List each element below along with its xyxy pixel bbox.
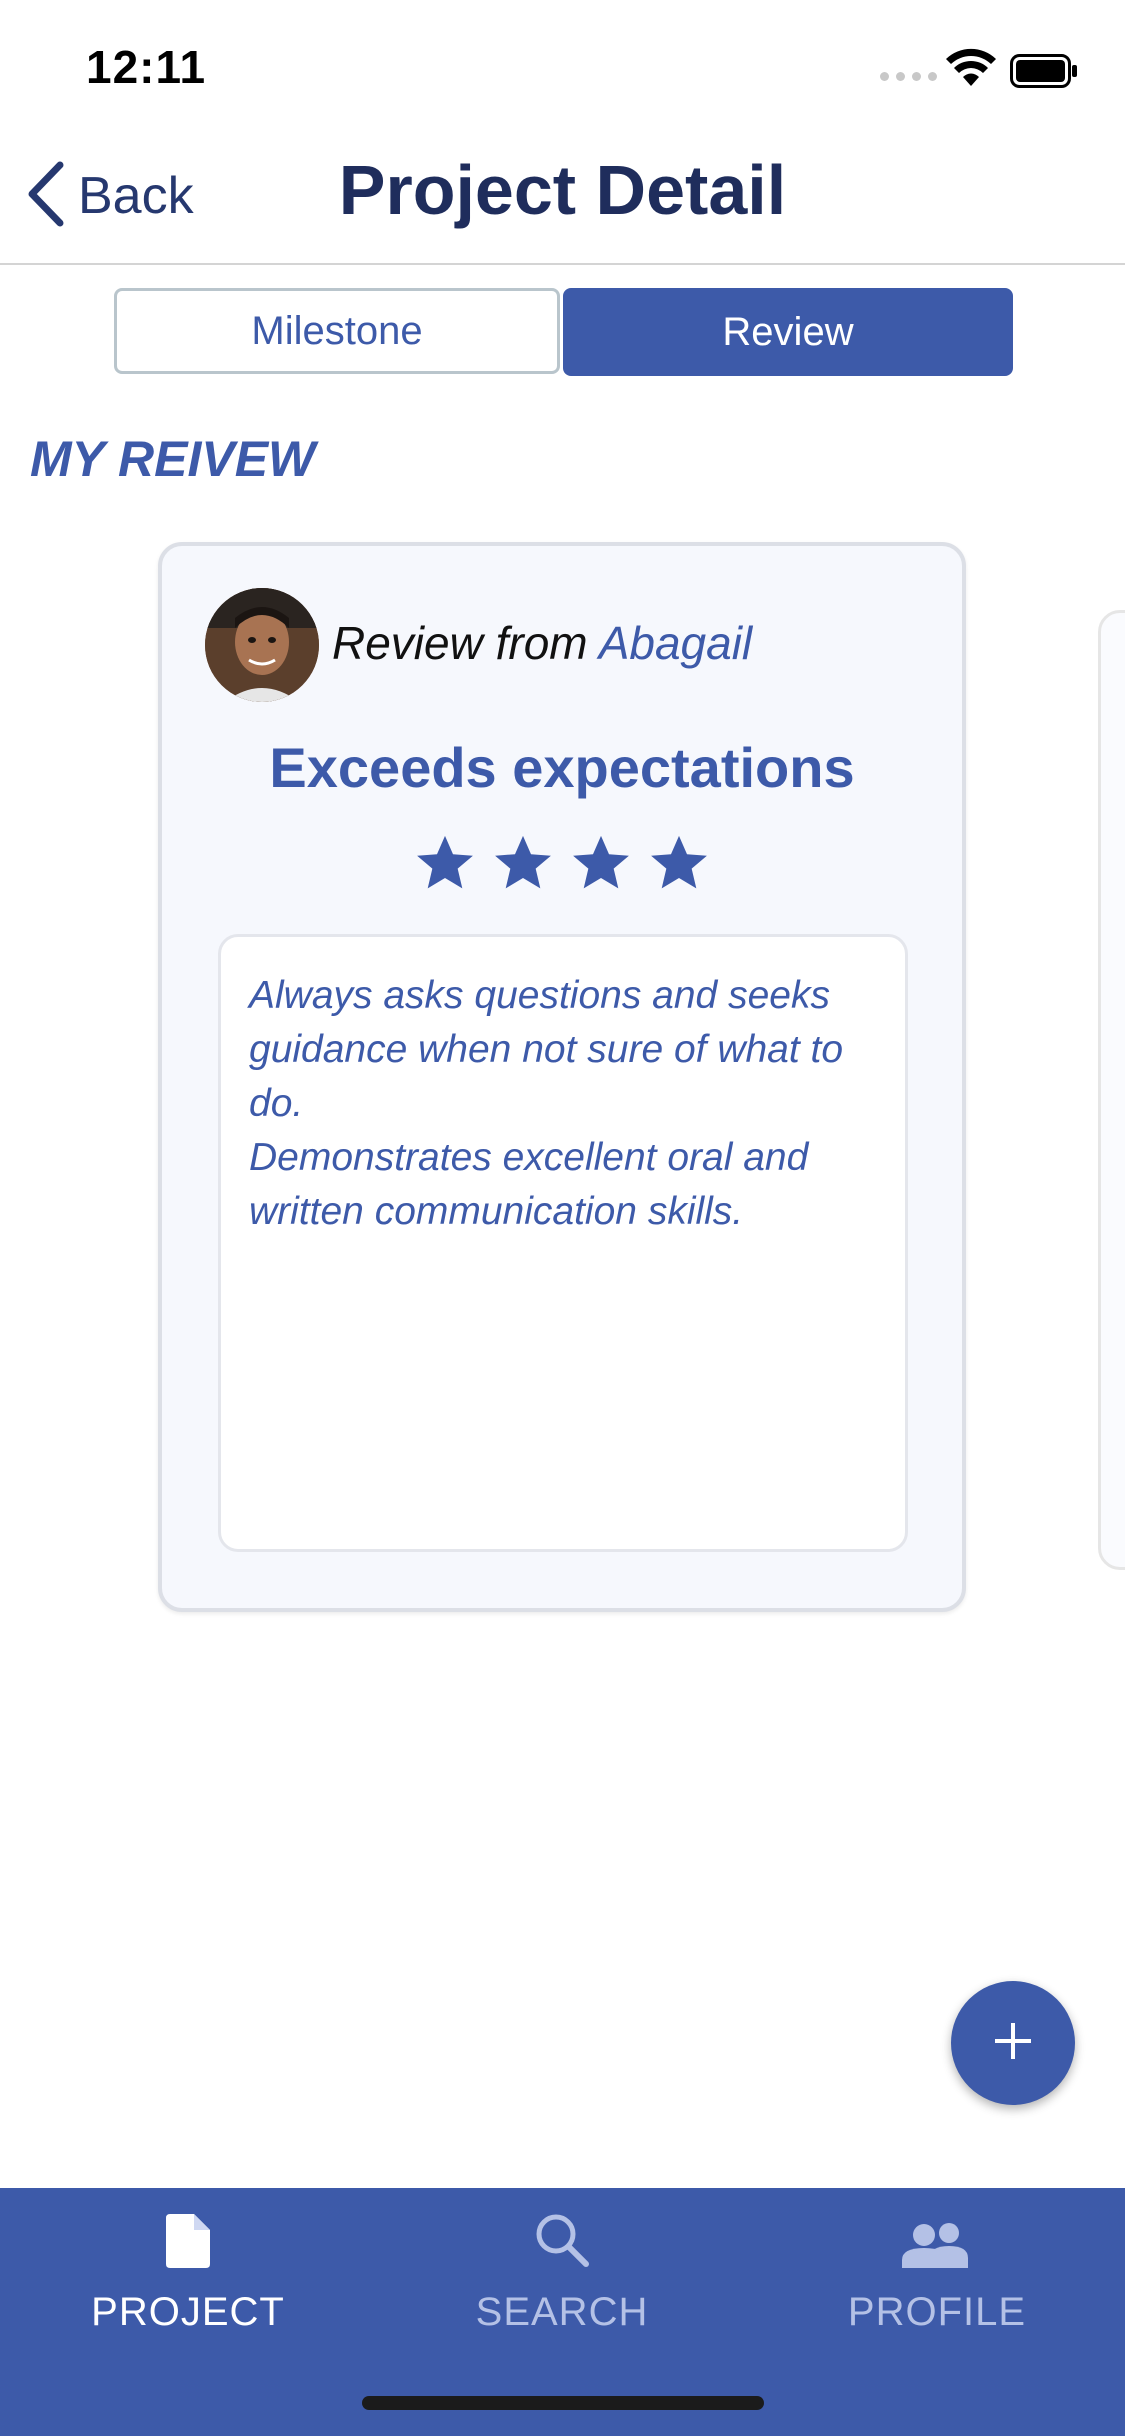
review-text-box: Always asks questions and seeks guidance… — [218, 934, 908, 1552]
review-text-line: Always asks questions and seeks guidance… — [249, 974, 844, 1125]
rating-title: Exceeds expectations — [269, 736, 855, 799]
star-icon — [417, 835, 473, 889]
tab-review[interactable]: Review — [563, 288, 1013, 376]
home-indicator — [362, 2396, 764, 2410]
search-icon — [534, 2198, 590, 2268]
tab-search[interactable]: SEARCH — [374, 2198, 750, 2348]
tab-project-label: PROJECT — [91, 2290, 285, 2334]
review-text-line: Demonstrates excellent oral and written … — [249, 1136, 809, 1233]
page-title: Project Detail — [338, 151, 787, 229]
avatar — [205, 588, 319, 702]
cellular-signal-icon — [880, 72, 937, 81]
star-icon — [573, 835, 629, 889]
star-icon — [651, 835, 707, 889]
plus-icon — [993, 2021, 1033, 2066]
document-icon — [166, 2198, 210, 2268]
review-from-line: Review from Abagail — [332, 616, 752, 670]
review-from-label: Review from — [332, 617, 599, 669]
reviewer-name: Abagail — [598, 617, 753, 669]
wifi-icon — [946, 48, 996, 93]
next-review-card[interactable] — [1098, 610, 1125, 1570]
star-rating — [158, 832, 966, 894]
tab-search-label: SEARCH — [475, 2290, 649, 2334]
nav-divider — [0, 263, 1125, 265]
section-heading: MY REIVEW — [30, 431, 316, 487]
tab-milestone[interactable]: Milestone — [114, 288, 560, 374]
add-button[interactable] — [951, 1981, 1075, 2105]
status-time: 12:11 — [86, 41, 207, 93]
star-icon — [495, 835, 551, 889]
tab-project[interactable]: PROJECT — [0, 2198, 376, 2348]
battery-icon — [1010, 54, 1078, 88]
tab-profile-label: PROFILE — [847, 2290, 1027, 2334]
people-icon — [902, 2198, 972, 2268]
tab-profile[interactable]: PROFILE — [749, 2198, 1125, 2348]
